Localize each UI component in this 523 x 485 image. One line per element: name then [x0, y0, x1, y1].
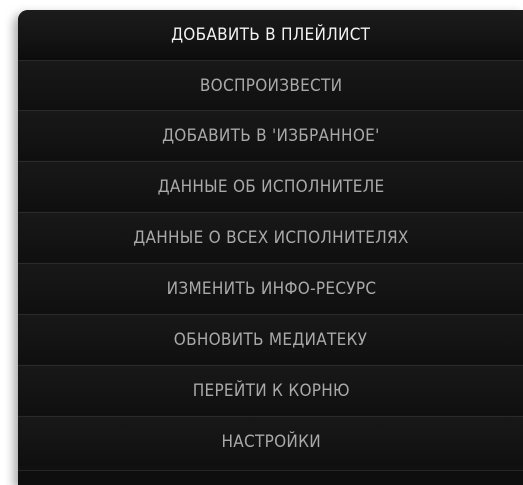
menu-item-artist-info[interactable]: ДАННЫЕ ОБ ИСПОЛНИТЕЛЕ [18, 161, 523, 211]
menu-item-label: ДОБАВИТЬ В 'ИЗБРАННОЕ' [162, 125, 380, 146]
menu-item-update-library[interactable]: ОБНОВИТЬ МЕДИАТЕКУ [18, 314, 523, 364]
menu-item-label: ДАННЫЕ О ВСЕХ ИСПОЛНИТЕЛЯХ [133, 227, 409, 248]
menu-bottom-edge [18, 470, 523, 485]
menu-item-change-info-resource[interactable]: ИЗМЕНИТЬ ИНФО-РЕСУРС [18, 263, 523, 313]
menu-item-add-to-playlist[interactable]: ДОБАВИТЬ В ПЛЕЙЛИСТ [18, 10, 523, 60]
context-menu: ДОБАВИТЬ В ПЛЕЙЛИСТ ВОСПРОИЗВЕСТИ ДОБАВИ… [18, 10, 523, 485]
menu-item-go-to-root[interactable]: ПЕРЕЙТИ К КОРНЮ [18, 365, 523, 415]
menu-item-label: ВОСПРОИЗВЕСТИ [199, 75, 343, 96]
menu-item-label: ИЗМЕНИТЬ ИНФО-РЕСУРС [166, 278, 376, 299]
menu-item-label: ОБНОВИТЬ МЕДИАТЕКУ [174, 329, 368, 350]
menu-item-settings[interactable]: НАСТРОЙКИ [18, 416, 523, 466]
menu-item-label: ДАННЫЕ ОБ ИСПОЛНИТЕЛЕ [157, 176, 385, 197]
menu-item-play[interactable]: ВОСПРОИЗВЕСТИ [18, 60, 523, 110]
menu-item-label: ПЕРЕЙТИ К КОРНЮ [192, 380, 350, 401]
menu-item-all-artists-info[interactable]: ДАННЫЕ О ВСЕХ ИСПОЛНИТЕЛЯХ [18, 212, 523, 262]
menu-item-label: ДОБАВИТЬ В ПЛЕЙЛИСТ [171, 25, 371, 45]
menu-item-label: НАСТРОЙКИ [221, 431, 321, 452]
menu-item-add-to-favorites[interactable]: ДОБАВИТЬ В 'ИЗБРАННОЕ' [18, 110, 523, 160]
